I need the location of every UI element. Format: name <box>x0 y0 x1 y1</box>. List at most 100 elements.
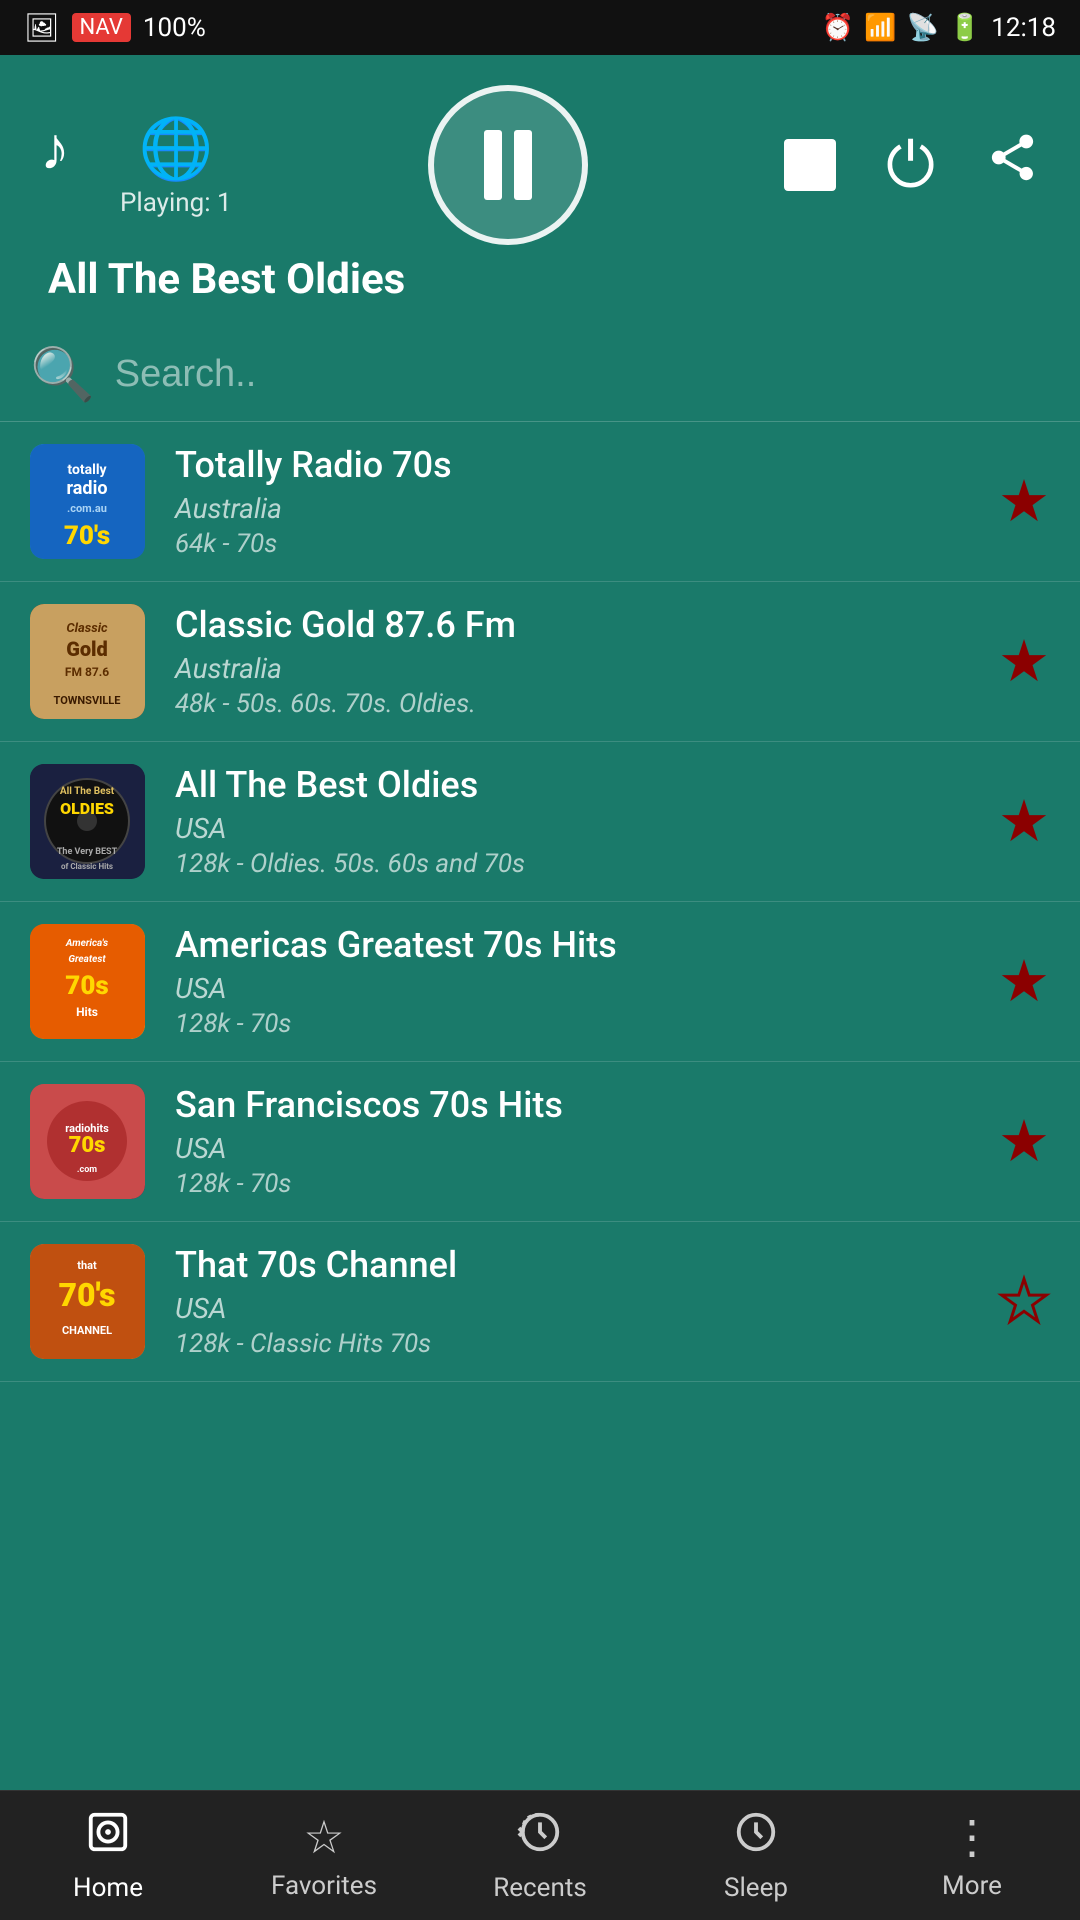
station-title: All The Best Oldies <box>175 764 968 806</box>
favorite-star[interactable]: ★ <box>998 467 1050 536</box>
station-item[interactable]: radiohits 70s .com San Franciscos 70s Hi… <box>0 1062 1080 1222</box>
nav-label-recents: Recents <box>493 1873 587 1903</box>
svg-text:TOWNSVILLE: TOWNSVILLE <box>54 694 121 707</box>
player-area: ♪ 🌐 Playing: 1 ⏻ Al <box>0 55 1080 324</box>
station-meta: 128k - Classic Hits 70s <box>175 1329 968 1359</box>
favorite-star-outline[interactable]: ★ <box>998 1267 1050 1336</box>
nav-item-more[interactable]: ⋮ More <box>864 1791 1080 1920</box>
globe-container: 🌐 Playing: 1 <box>120 113 232 218</box>
station-info: Americas Greatest 70s Hits USA 128k - 70… <box>175 924 968 1039</box>
svg-text:The Very BEST: The Very BEST <box>57 847 118 857</box>
nav-icon-status: NAV <box>72 13 131 42</box>
station-item[interactable]: Classic Gold FM 87.6 TOWNSVILLE Classic … <box>0 582 1080 742</box>
globe-icon[interactable]: 🌐 <box>138 113 213 184</box>
svg-text:.com.au: .com.au <box>67 502 107 515</box>
station-title: Americas Greatest 70s Hits <box>175 924 968 966</box>
pause-button[interactable] <box>428 85 588 245</box>
station-info: San Franciscos 70s Hits USA 128k - 70s <box>175 1084 968 1199</box>
player-controls-row: ♪ 🌐 Playing: 1 ⏻ <box>40 85 1040 245</box>
music-icon[interactable]: ♪ <box>40 113 70 184</box>
nav-label-sleep: Sleep <box>724 1873 788 1903</box>
svg-text:70's: 70's <box>64 521 110 551</box>
station-logo-americas: America's Greatest 70s Hits <box>30 924 145 1039</box>
signal-icon: 📡 <box>907 13 939 43</box>
search-input[interactable] <box>115 353 1050 396</box>
svg-text:70s: 70s <box>69 1133 106 1158</box>
wifi-icon: 📶 <box>864 13 896 43</box>
svg-text:Greatest: Greatest <box>68 954 106 965</box>
home-icon <box>85 1809 131 1867</box>
stop-button[interactable] <box>784 139 836 191</box>
nav-label-home: Home <box>73 1873 143 1903</box>
station-title: San Franciscos 70s Hits <box>175 1084 968 1126</box>
svg-text:FM 87.6: FM 87.6 <box>65 665 109 679</box>
power-button[interactable]: ⏻ <box>886 129 935 202</box>
stop-square-icon <box>784 139 836 191</box>
nav-item-favorites[interactable]: ☆ Favorites <box>216 1791 432 1920</box>
station-meta: 128k - 70s <box>175 1009 968 1039</box>
station-meta: 128k - 70s <box>175 1169 968 1199</box>
bottom-nav: Home ☆ Favorites Recents Sleep ⋮ More <box>0 1790 1080 1920</box>
favorite-star[interactable]: ★ <box>998 947 1050 1016</box>
svg-text:70's: 70's <box>59 1276 116 1314</box>
status-bar: 🖼 NAV 100% ⏰ 📶 📡 🔋 12:18 <box>0 0 1080 55</box>
favorite-star[interactable]: ★ <box>998 787 1050 856</box>
player-right-controls: ⏻ <box>784 129 1040 202</box>
station-logo-that70s: that 70's CHANNEL <box>30 1244 145 1359</box>
svg-text:All The Best: All The Best <box>60 786 115 797</box>
nav-label-more: More <box>942 1871 1002 1901</box>
station-logo-classic-gold: Classic Gold FM 87.6 TOWNSVILLE <box>30 604 145 719</box>
player-left-controls: ♪ 🌐 Playing: 1 <box>40 113 232 218</box>
nav-label-favorites: Favorites <box>271 1871 377 1901</box>
svg-text:Gold: Gold <box>66 637 108 661</box>
station-meta: 64k - 70s <box>175 529 968 559</box>
battery-percent-status: 100% <box>143 13 206 43</box>
station-country: USA <box>175 972 968 1005</box>
status-bar-right: ⏰ 📶 📡 🔋 12:18 <box>822 13 1056 43</box>
svg-text:Classic: Classic <box>66 621 108 636</box>
search-inner: 🔍 <box>30 344 1050 405</box>
search-container: 🔍 <box>0 324 1080 422</box>
station-logo-best-oldies: All The Best OLDIES The Very BEST of Cla… <box>30 764 145 879</box>
nav-item-sleep[interactable]: Sleep <box>648 1791 864 1920</box>
station-country: USA <box>175 1132 968 1165</box>
station-country: USA <box>175 1292 968 1325</box>
station-item[interactable]: All The Best OLDIES The Very BEST of Cla… <box>0 742 1080 902</box>
svg-text:radio: radio <box>67 478 108 499</box>
playing-label: Playing: 1 <box>120 188 232 218</box>
nav-item-home[interactable]: Home <box>0 1791 216 1920</box>
favorite-star[interactable]: ★ <box>998 1107 1050 1176</box>
time-display: 12:18 <box>991 13 1056 43</box>
station-info: Totally Radio 70s Australia 64k - 70s <box>175 444 968 559</box>
station-info: Classic Gold 87.6 Fm Australia 48k - 50s… <box>175 604 968 719</box>
station-list: totally radio .com.au 70's Totally Radio… <box>0 422 1080 1832</box>
station-title: Totally Radio 70s <box>175 444 968 486</box>
alarm-icon: ⏰ <box>822 13 854 43</box>
station-info: That 70s Channel USA 128k - Classic Hits… <box>175 1244 968 1359</box>
station-item[interactable]: totally radio .com.au 70's Totally Radio… <box>0 422 1080 582</box>
station-item[interactable]: America's Greatest 70s Hits Americas Gre… <box>0 902 1080 1062</box>
station-country: Australia <box>175 492 968 525</box>
svg-text:CHANNEL: CHANNEL <box>62 1324 112 1337</box>
station-meta: 128k - Oldies. 50s. 60s and 70s <box>175 849 968 879</box>
more-icon: ⋮ <box>949 1810 995 1865</box>
favorite-star[interactable]: ★ <box>998 627 1050 696</box>
share-button[interactable] <box>985 130 1040 200</box>
station-item[interactable]: that 70's CHANNEL That 70s Channel USA 1… <box>0 1222 1080 1382</box>
station-logo-sf: radiohits 70s .com <box>30 1084 145 1199</box>
svg-text:of Classic Hits: of Classic Hits <box>61 862 113 871</box>
favorites-icon: ☆ <box>303 1810 344 1865</box>
station-logo-totally: totally radio .com.au 70's <box>30 444 145 559</box>
station-title: Classic Gold 87.6 Fm <box>175 604 968 646</box>
sleep-icon <box>733 1809 779 1867</box>
nav-item-recents[interactable]: Recents <box>432 1791 648 1920</box>
image-icon: 🖼 <box>24 11 60 44</box>
recents-icon <box>517 1809 563 1867</box>
station-title: That 70s Channel <box>175 1244 968 1286</box>
station-country: USA <box>175 812 968 845</box>
status-bar-left: 🖼 NAV 100% <box>24 11 206 44</box>
svg-text:that: that <box>77 1259 97 1272</box>
battery-icon: 🔋 <box>949 13 981 43</box>
station-country: Australia <box>175 652 968 685</box>
station-meta: 48k - 50s. 60s. 70s. Oldies. <box>175 689 968 719</box>
